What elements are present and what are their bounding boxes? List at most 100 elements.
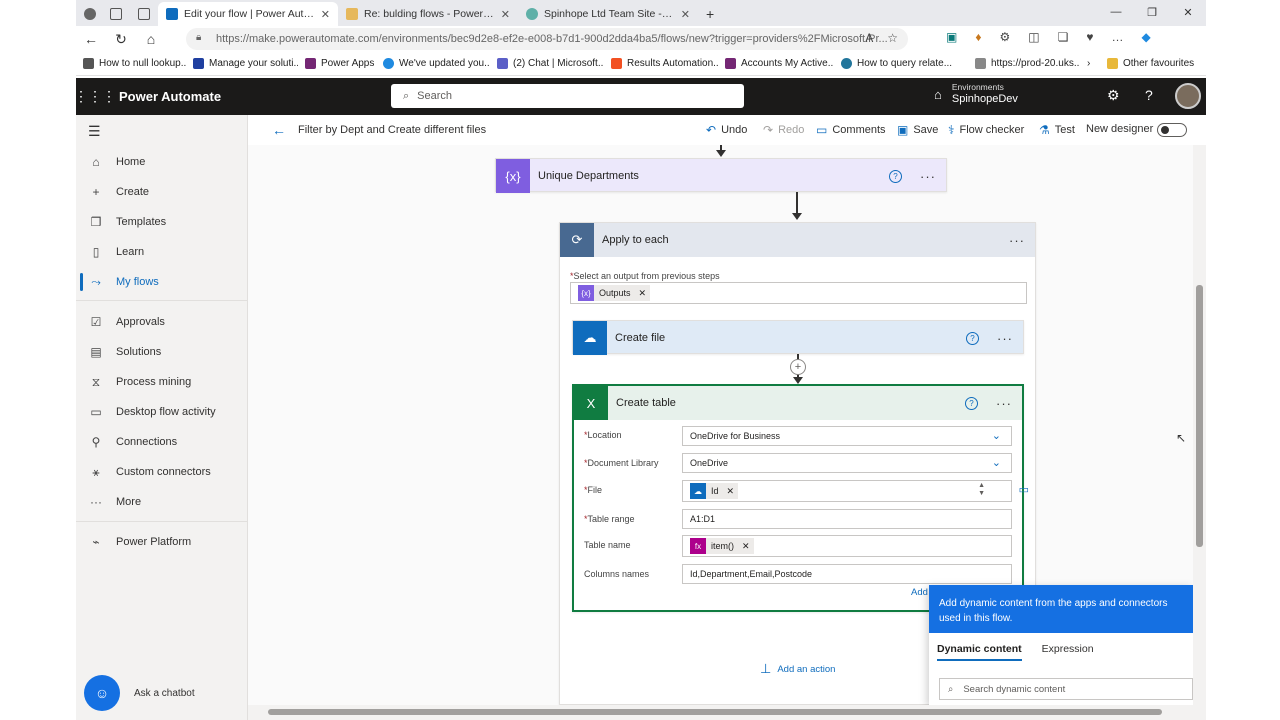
close-icon[interactable]: ✕ bbox=[681, 8, 690, 21]
select-output-field[interactable]: {x} Outputs ✕ bbox=[570, 282, 1027, 304]
more-options-icon[interactable]: ··· bbox=[920, 169, 936, 184]
columns-names-input[interactable]: Id,Department,Email,Postcode bbox=[682, 564, 1012, 584]
close-window-icon[interactable]: ✕ bbox=[1170, 0, 1206, 24]
stepper-icon[interactable]: ▲ ▼ bbox=[978, 482, 985, 498]
action-create-file[interactable]: ☁ Create file ? ··· bbox=[572, 320, 1024, 355]
nav-item-approvals[interactable]: ☑ Approvals bbox=[76, 307, 248, 337]
chevron-right-icon[interactable]: › bbox=[1080, 58, 1100, 69]
nav-item-learn[interactable]: ▯ Learn bbox=[76, 237, 248, 267]
nav-item-templates[interactable]: ❒ Templates bbox=[76, 207, 248, 237]
minimize-icon[interactable]: — bbox=[1098, 0, 1134, 24]
new-designer-toggle[interactable] bbox=[1157, 123, 1187, 137]
add-an-action-button[interactable]: ⊥ Add an action bbox=[760, 661, 835, 677]
more-browser-icon[interactable]: … bbox=[1111, 30, 1123, 44]
help-icon[interactable]: ? bbox=[966, 331, 979, 345]
folder-icon[interactable]: ▭ bbox=[1019, 483, 1029, 496]
flow-checker-button[interactable]: ⚕ Flow checker bbox=[948, 123, 1024, 137]
redo-button[interactable]: ↷ Redo bbox=[763, 123, 804, 137]
profile-icon[interactable] bbox=[76, 2, 102, 26]
avatar[interactable] bbox=[1175, 83, 1201, 109]
horizontal-scrollbar[interactable] bbox=[248, 705, 1206, 720]
read-aloud-icon[interactable]: A bbox=[865, 31, 873, 45]
favorite-link[interactable]: Accounts My Active... bbox=[718, 58, 834, 69]
tab-forum[interactable]: Re: bulding flows - Power Platfor ✕ bbox=[338, 2, 518, 26]
app-title[interactable]: Power Automate bbox=[119, 89, 221, 104]
outputs-token[interactable]: {x} Outputs ✕ bbox=[578, 285, 651, 301]
help-icon[interactable]: ? bbox=[965, 396, 978, 410]
split-screen-icon[interactable]: ◫ bbox=[1028, 30, 1039, 44]
scroll-thumb[interactable] bbox=[1196, 285, 1203, 547]
vertical-scrollbar[interactable] bbox=[1193, 145, 1206, 705]
nav-item-solutions[interactable]: ▤ Solutions bbox=[76, 337, 248, 367]
action-unique-departments[interactable]: {x} Unique Departments ? ··· bbox=[495, 158, 947, 193]
favorite-link[interactable]: Manage your soluti... bbox=[186, 58, 298, 69]
remove-token-icon[interactable]: ✕ bbox=[639, 288, 647, 299]
close-icon[interactable]: ✕ bbox=[321, 8, 330, 21]
item-token[interactable]: fx item() ✕ bbox=[690, 538, 754, 554]
remove-token-icon[interactable]: ✕ bbox=[727, 486, 735, 497]
nav-item-process-mining[interactable]: ⧖ Process mining bbox=[76, 367, 248, 397]
action-create-table[interactable]: X Create table ? ··· *Location OneDrive … bbox=[572, 384, 1029, 612]
more-options-icon[interactable]: ··· bbox=[997, 331, 1013, 346]
nav-item-my-flows[interactable]: ⤳ My flows bbox=[76, 267, 248, 297]
help-icon[interactable]: ? bbox=[889, 169, 902, 183]
performance-icon[interactable]: ♥ bbox=[1086, 30, 1093, 44]
back-icon[interactable]: ← bbox=[76, 26, 106, 52]
nav-item-home[interactable]: ⌂ Home bbox=[76, 147, 248, 177]
hamburger-menu-icon[interactable]: ☰ bbox=[88, 123, 101, 140]
tab-sharepoint[interactable]: Spinhope Ltd Team Site - TestAJD ✕ bbox=[518, 2, 698, 26]
extension-icon[interactable]: ♦ bbox=[975, 30, 981, 44]
url-field[interactable]: 🔒︎ https://make.powerautomate.com/enviro… bbox=[186, 28, 908, 50]
close-icon[interactable]: ✕ bbox=[501, 8, 510, 21]
chatbot-launcher[interactable]: ☺ Ask a chatbot bbox=[84, 675, 195, 711]
favorite-link[interactable]: How to null lookup... bbox=[76, 58, 186, 69]
environment-picker[interactable]: ⌂ Environments SpinhopeDev bbox=[934, 82, 1018, 106]
favorite-star-icon[interactable]: ☆ bbox=[887, 31, 898, 45]
extension-icon[interactable]: ▣ bbox=[946, 30, 957, 44]
favorite-link[interactable]: Power Apps bbox=[298, 58, 376, 69]
more-options-icon[interactable]: ··· bbox=[996, 396, 1012, 411]
tab-dynamic-content[interactable]: Dynamic content bbox=[937, 643, 1022, 661]
location-dropdown[interactable]: OneDrive for Business ⌄ bbox=[682, 426, 1012, 446]
id-token[interactable]: ☁ Id ✕ bbox=[690, 483, 739, 499]
insert-step-icon[interactable]: + bbox=[790, 359, 806, 375]
back-arrow-icon[interactable]: ← bbox=[272, 122, 286, 138]
undo-button[interactable]: ↶ Undo bbox=[706, 123, 747, 137]
scroll-thumb[interactable] bbox=[268, 709, 1162, 715]
table-range-input[interactable]: A1:D1 bbox=[682, 509, 1012, 529]
nav-item-custom-connectors[interactable]: ⚹ Custom connectors bbox=[76, 457, 248, 487]
tab-actions-icon[interactable] bbox=[130, 2, 158, 26]
table-name-field[interactable]: fx item() ✕ bbox=[682, 535, 1012, 557]
more-options-icon[interactable]: ··· bbox=[1009, 233, 1025, 248]
favorite-link[interactable]: https://prod-20.uks... bbox=[968, 58, 1080, 69]
save-button[interactable]: ▣ Save bbox=[897, 123, 938, 137]
document-library-dropdown[interactable]: OneDrive ⌄ bbox=[682, 453, 1012, 473]
nav-item-power-platform[interactable]: ⌁ Power Platform bbox=[76, 527, 248, 557]
refresh-icon[interactable]: ↻ bbox=[106, 26, 136, 52]
other-favourites[interactable]: Other favourites bbox=[1100, 58, 1200, 69]
new-tab-button[interactable]: + bbox=[698, 2, 728, 26]
app-launcher-icon[interactable]: ⋮⋮⋮ bbox=[76, 88, 116, 105]
test-button[interactable]: ⚗ Test bbox=[1039, 123, 1075, 137]
flow-name[interactable]: Filter by Dept and Create different file… bbox=[298, 124, 486, 136]
tab-expression[interactable]: Expression bbox=[1042, 643, 1094, 661]
favorite-link[interactable]: Results Automation... bbox=[604, 58, 718, 69]
settings-gear-icon[interactable]: ⚙ bbox=[1107, 87, 1120, 104]
puzzle-icon[interactable]: ⚙ bbox=[999, 30, 1010, 44]
file-field[interactable]: ☁ Id ✕ ▲ ▼ ▭ bbox=[682, 480, 1029, 502]
dynamic-search-input[interactable]: ⌕ Search dynamic content bbox=[939, 678, 1193, 700]
comments-button[interactable]: ▭ Comments bbox=[816, 123, 886, 137]
help-icon[interactable]: ? bbox=[1145, 87, 1153, 103]
favorite-link[interactable]: We've updated you... bbox=[376, 58, 490, 69]
remove-token-icon[interactable]: ✕ bbox=[742, 541, 750, 552]
favorite-link[interactable]: How to query relate... bbox=[834, 58, 968, 69]
nav-item-create[interactable]: + Create bbox=[76, 177, 248, 207]
tab-edit-flow[interactable]: Edit your flow | Power Automate ✕ bbox=[158, 2, 338, 26]
nav-item-connections[interactable]: ⚲ Connections bbox=[76, 427, 248, 457]
nav-item-more[interactable]: ··· More bbox=[76, 487, 248, 517]
nav-item-desktop-flow-activity[interactable]: ▭ Desktop flow activity bbox=[76, 397, 248, 427]
collections-icon[interactable]: ❏ bbox=[1058, 30, 1069, 44]
copilot-icon[interactable]: ◆ bbox=[1141, 30, 1150, 44]
search-input[interactable]: ⌕ Search bbox=[391, 84, 744, 108]
favorite-link[interactable]: (2) Chat | Microsoft... bbox=[490, 58, 604, 69]
